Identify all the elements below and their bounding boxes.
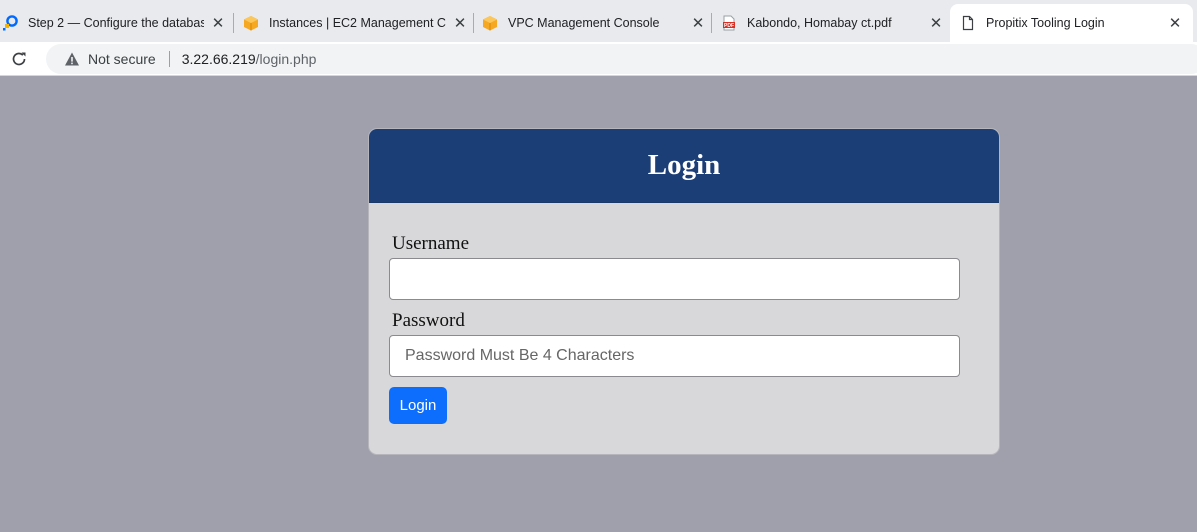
username-input[interactable]: [389, 258, 960, 300]
login-title: Login: [647, 149, 721, 181]
url-path: /login.php: [255, 51, 317, 67]
close-tab-icon[interactable]: ✕: [688, 14, 708, 32]
tab-vpc-console[interactable]: VPC Management Console ✕: [482, 6, 708, 40]
tab-label: Step 2 — Configure the database: [28, 16, 204, 30]
warning-icon[interactable]: [64, 51, 80, 67]
tab-configure-database[interactable]: Step 2 — Configure the database ✕: [2, 6, 228, 40]
tab-label: Kabondo, Homabay ct.pdf: [747, 16, 892, 30]
tab-separator: [233, 13, 234, 33]
password-input[interactable]: [389, 335, 960, 377]
reload-icon[interactable]: [8, 48, 30, 70]
close-tab-icon[interactable]: ✕: [926, 14, 946, 32]
login-card: Login Username Password Login: [368, 128, 1000, 455]
tab-label: Propitix Tooling Login: [986, 16, 1105, 30]
password-label: Password: [392, 310, 465, 331]
tab-separator: [473, 13, 474, 33]
pdf-icon: PDF: [721, 15, 737, 31]
browser-toolbar: Not secure 3.22.66.219/login.php: [0, 42, 1197, 76]
login-header: Login: [369, 129, 999, 203]
tab-label: VPC Management Console: [508, 16, 660, 30]
page-icon: [960, 15, 976, 31]
aws-cube-icon: [243, 15, 259, 31]
svg-text:PDF: PDF: [724, 23, 734, 29]
browser-tab-strip: Step 2 — Configure the database ✕ Instan…: [0, 0, 1197, 42]
tab-separator: [711, 13, 712, 33]
login-button[interactable]: Login: [389, 387, 447, 424]
address-divider: [168, 51, 170, 67]
security-status[interactable]: Not secure: [88, 51, 156, 67]
address-bar[interactable]: Not secure 3.22.66.219/login.php: [46, 44, 1197, 74]
close-tab-icon[interactable]: ✕: [450, 14, 470, 32]
tab-label: Instances | EC2 Management Console: [269, 16, 446, 30]
aws-cube-icon: [482, 15, 498, 31]
tab-propitix-login[interactable]: Propitix Tooling Login ✕: [950, 4, 1193, 42]
username-label: Username: [392, 233, 470, 254]
tab-ec2-instances[interactable]: Instances | EC2 Management Console ✕: [243, 6, 470, 40]
url-host: 3.22.66.219: [181, 51, 256, 67]
close-tab-icon[interactable]: ✕: [208, 14, 228, 32]
tab-kabondo-pdf[interactable]: PDF Kabondo, Homabay ct.pdf ✕: [721, 6, 946, 40]
close-tab-icon[interactable]: ✕: [1165, 14, 1185, 32]
digitalocean-icon: [2, 15, 18, 31]
